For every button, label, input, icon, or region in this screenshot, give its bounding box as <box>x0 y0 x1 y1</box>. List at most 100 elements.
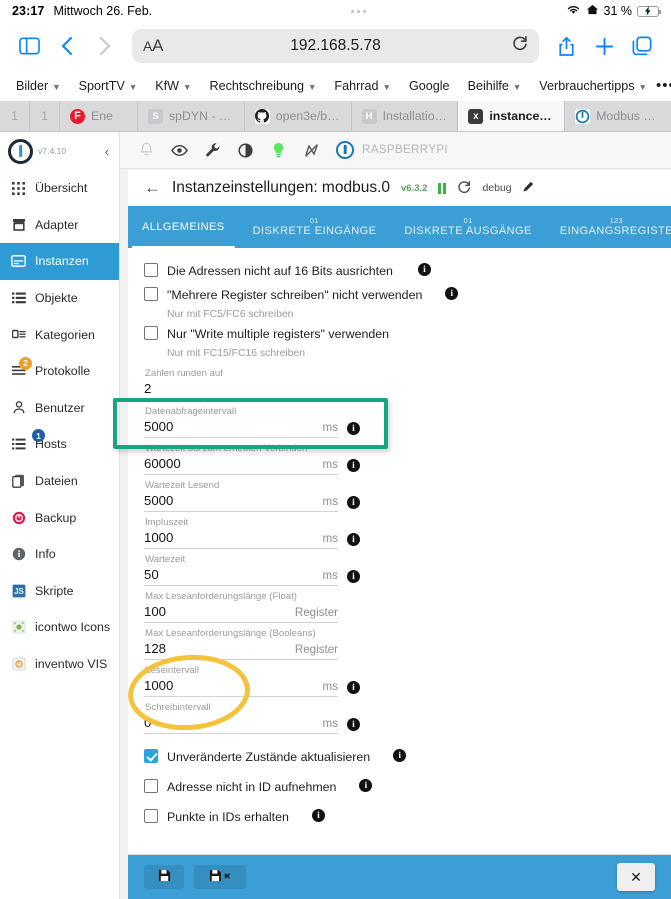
info-icon[interactable]: i <box>347 496 360 509</box>
tab-item[interactable]: 1 <box>30 101 60 131</box>
field-max-leseanforderungslaenge-booleans[interactable]: Max Leseanforderungslänge (Booleans) 128… <box>144 627 338 660</box>
address-bar[interactable]: AA 192.168.5.78 <box>132 29 539 63</box>
favorite-bilder[interactable]: Bilder ▼ <box>12 79 70 93</box>
favorites-more-button[interactable]: ••• <box>656 77 671 94</box>
sidebar-item-skripte[interactable]: JS Skripte <box>0 573 119 610</box>
sidebar-item-hosts[interactable]: 1 Hosts <box>0 426 119 463</box>
field-value[interactable]: 128 <box>144 641 295 656</box>
save-and-close-button[interactable]: + <box>194 865 246 889</box>
eye-icon[interactable] <box>171 142 188 159</box>
info-icon[interactable]: i <box>347 681 360 694</box>
sidebar-item-instanzen[interactable]: Instanzen <box>0 243 119 280</box>
sidebar-item-dateien[interactable]: Dateien <box>0 463 119 500</box>
sidebar-collapse-icon[interactable]: ‹ <box>105 144 111 159</box>
sidebar-item-backup[interactable]: Backup <box>0 499 119 536</box>
tabs-overview-icon[interactable] <box>625 29 659 63</box>
tab-item-open3e[interactable]: open3e/best... <box>244 101 352 131</box>
tab-item-spdyn[interactable]: S spDYN - der... <box>138 101 245 131</box>
sidebar-item-inventwo-vis[interactable]: inventwo VIS <box>0 646 119 683</box>
field-leseintervall[interactable]: Leseintervall 1000 ms <box>144 664 338 697</box>
info-icon[interactable]: i <box>347 718 360 731</box>
info-icon[interactable]: i <box>347 459 360 472</box>
close-button[interactable]: ✕ <box>617 863 655 891</box>
arrow-left-icon[interactable]: ← <box>144 178 161 198</box>
field-max-leseanforderungslaenge-float[interactable]: Max Leseanforderungslänge (Float) 100 Reg… <box>144 590 338 623</box>
tab-allgemeines[interactable]: ALLGEMEINES <box>128 206 239 248</box>
info-icon[interactable]: i <box>393 749 407 762</box>
field-wartezeit-erneut-verbinden[interactable]: Wartezeit bis zum erneuten Verbinden 600… <box>144 442 338 475</box>
sidebar-item-adapter[interactable]: Adapter <box>0 207 119 244</box>
tab-diskrete-ausgaenge[interactable]: 01 DISKRETE AUSGÄNGE <box>390 206 545 248</box>
no-connection-icon[interactable] <box>303 142 320 159</box>
field-value[interactable]: 1000 <box>144 678 323 693</box>
info-icon[interactable]: i <box>347 422 360 435</box>
forward-icon[interactable] <box>88 29 122 63</box>
pause-icon[interactable] <box>438 182 447 194</box>
field-impluszeit[interactable]: Impluszeit 1000 ms <box>144 516 338 549</box>
wrench-icon[interactable] <box>204 142 221 159</box>
info-icon[interactable]: i <box>445 287 459 300</box>
info-icon[interactable]: i <box>347 533 360 546</box>
favorite-beihilfe[interactable]: Beihilfe ▼ <box>459 79 531 93</box>
favorite-sporttv[interactable]: SportTV ▼ <box>70 79 147 93</box>
info-icon[interactable]: i <box>359 779 373 792</box>
tab-item-instances[interactable]: x instances - r... <box>458 101 566 131</box>
info-icon[interactable]: i <box>417 263 431 276</box>
tab-item-installation[interactable]: H Installation -... <box>351 101 459 131</box>
save-button[interactable] <box>144 865 184 889</box>
sidebar-item-uebersicht[interactable]: Übersicht <box>0 170 119 207</box>
info-icon[interactable]: i <box>311 809 325 822</box>
favorite-google[interactable]: Google <box>400 79 459 93</box>
bell-icon[interactable] <box>138 142 155 159</box>
sidebar-item-objekte[interactable]: Objekte <box>0 280 119 317</box>
field-zahlen-runden-auf[interactable]: Zahlen runden auf 2 <box>144 367 338 400</box>
tab-item-ene[interactable]: F Ene <box>60 101 138 131</box>
sidebar-item-info[interactable]: Info <box>0 536 119 573</box>
checkbox-align16[interactable] <box>144 263 158 277</box>
field-schreibintervall[interactable]: Schreibintervall 0 ms <box>144 701 338 734</box>
favorite-kfw[interactable]: KfW ▼ <box>146 79 200 93</box>
new-tab-icon[interactable] <box>587 29 621 63</box>
checkbox-row-keep-dots[interactable]: Punkte in IDs erhalten i <box>128 808 671 826</box>
checkbox-row-update-unchanged[interactable]: Unveränderte Zustände aktualisieren i <box>128 748 671 766</box>
tab-eingangsregister[interactable]: 123 EINGANGSREGISTE <box>546 206 671 248</box>
sidebar-item-kategorien[interactable]: Kategorien <box>0 316 119 353</box>
tab-item-modbus[interactable]: Modbus & Fr... <box>565 101 671 131</box>
checkbox-writemultiple-only[interactable] <box>144 326 158 340</box>
field-value[interactable]: 100 <box>144 604 295 619</box>
checkbox-row-align16[interactable]: Die Adressen nicht auf 16 Bits ausrichte… <box>128 262 671 280</box>
log-level-label[interactable]: debug <box>482 182 511 194</box>
share-icon[interactable] <box>549 29 583 63</box>
checkbox-update-unchanged[interactable] <box>144 749 158 763</box>
field-value[interactable]: 50 <box>144 567 323 582</box>
back-icon[interactable] <box>50 29 84 63</box>
reload-icon[interactable] <box>512 35 528 57</box>
field-value[interactable]: 0 <box>144 715 323 730</box>
field-wartezeit[interactable]: Wartezeit 50 ms <box>144 553 338 586</box>
restart-icon[interactable] <box>457 180 471 197</box>
bulb-icon[interactable] <box>270 142 287 159</box>
field-value[interactable]: 1000 <box>144 530 323 545</box>
favorite-verbrauchertipps[interactable]: Verbrauchertipps ▼ <box>530 79 656 93</box>
sidebar-item-protokolle[interactable]: 2 Protokolle <box>0 353 119 390</box>
field-value[interactable]: 5000 <box>144 493 323 508</box>
checkbox-row-writemultiple-only[interactable]: Nur "Write multiple registers" verwenden… <box>128 325 671 361</box>
checkbox-multiwrite-off[interactable] <box>144 287 158 301</box>
sidebar-toggle-icon[interactable] <box>12 29 46 63</box>
tab-item[interactable]: 1 <box>0 101 30 131</box>
info-icon[interactable]: i <box>347 570 360 583</box>
favorite-rechtschreibung[interactable]: Rechtschreibung ▼ <box>200 79 325 93</box>
contrast-icon[interactable] <box>237 142 254 159</box>
checkbox-row-multiwrite-off[interactable]: "Mehrere Register schreiben" nicht verwe… <box>128 286 671 322</box>
favorite-fahrrad[interactable]: Fahrrad ▼ <box>325 79 400 93</box>
field-wartezeit-lesend[interactable]: Wartezeit Lesend 5000 ms <box>144 479 338 512</box>
field-value[interactable]: 60000 <box>144 456 323 471</box>
sidebar-item-benutzer[interactable]: Benutzer <box>0 390 119 427</box>
field-datenabfrageintervall[interactable]: Datenabfrageintervall 5000 ms <box>144 405 338 438</box>
checkbox-keep-dots-in-ids[interactable] <box>144 809 158 823</box>
field-value[interactable]: 5000 <box>144 419 323 434</box>
sidebar-item-icontwo-icons[interactable]: icontwo Icons <box>0 609 119 646</box>
tab-diskrete-eingaenge[interactable]: 01 DISKRETE EINGÄNGE <box>239 206 391 248</box>
checkbox-row-address-not-in-id[interactable]: Adresse nicht in ID aufnehmen i <box>128 778 671 796</box>
field-value[interactable]: 2 <box>144 381 338 396</box>
